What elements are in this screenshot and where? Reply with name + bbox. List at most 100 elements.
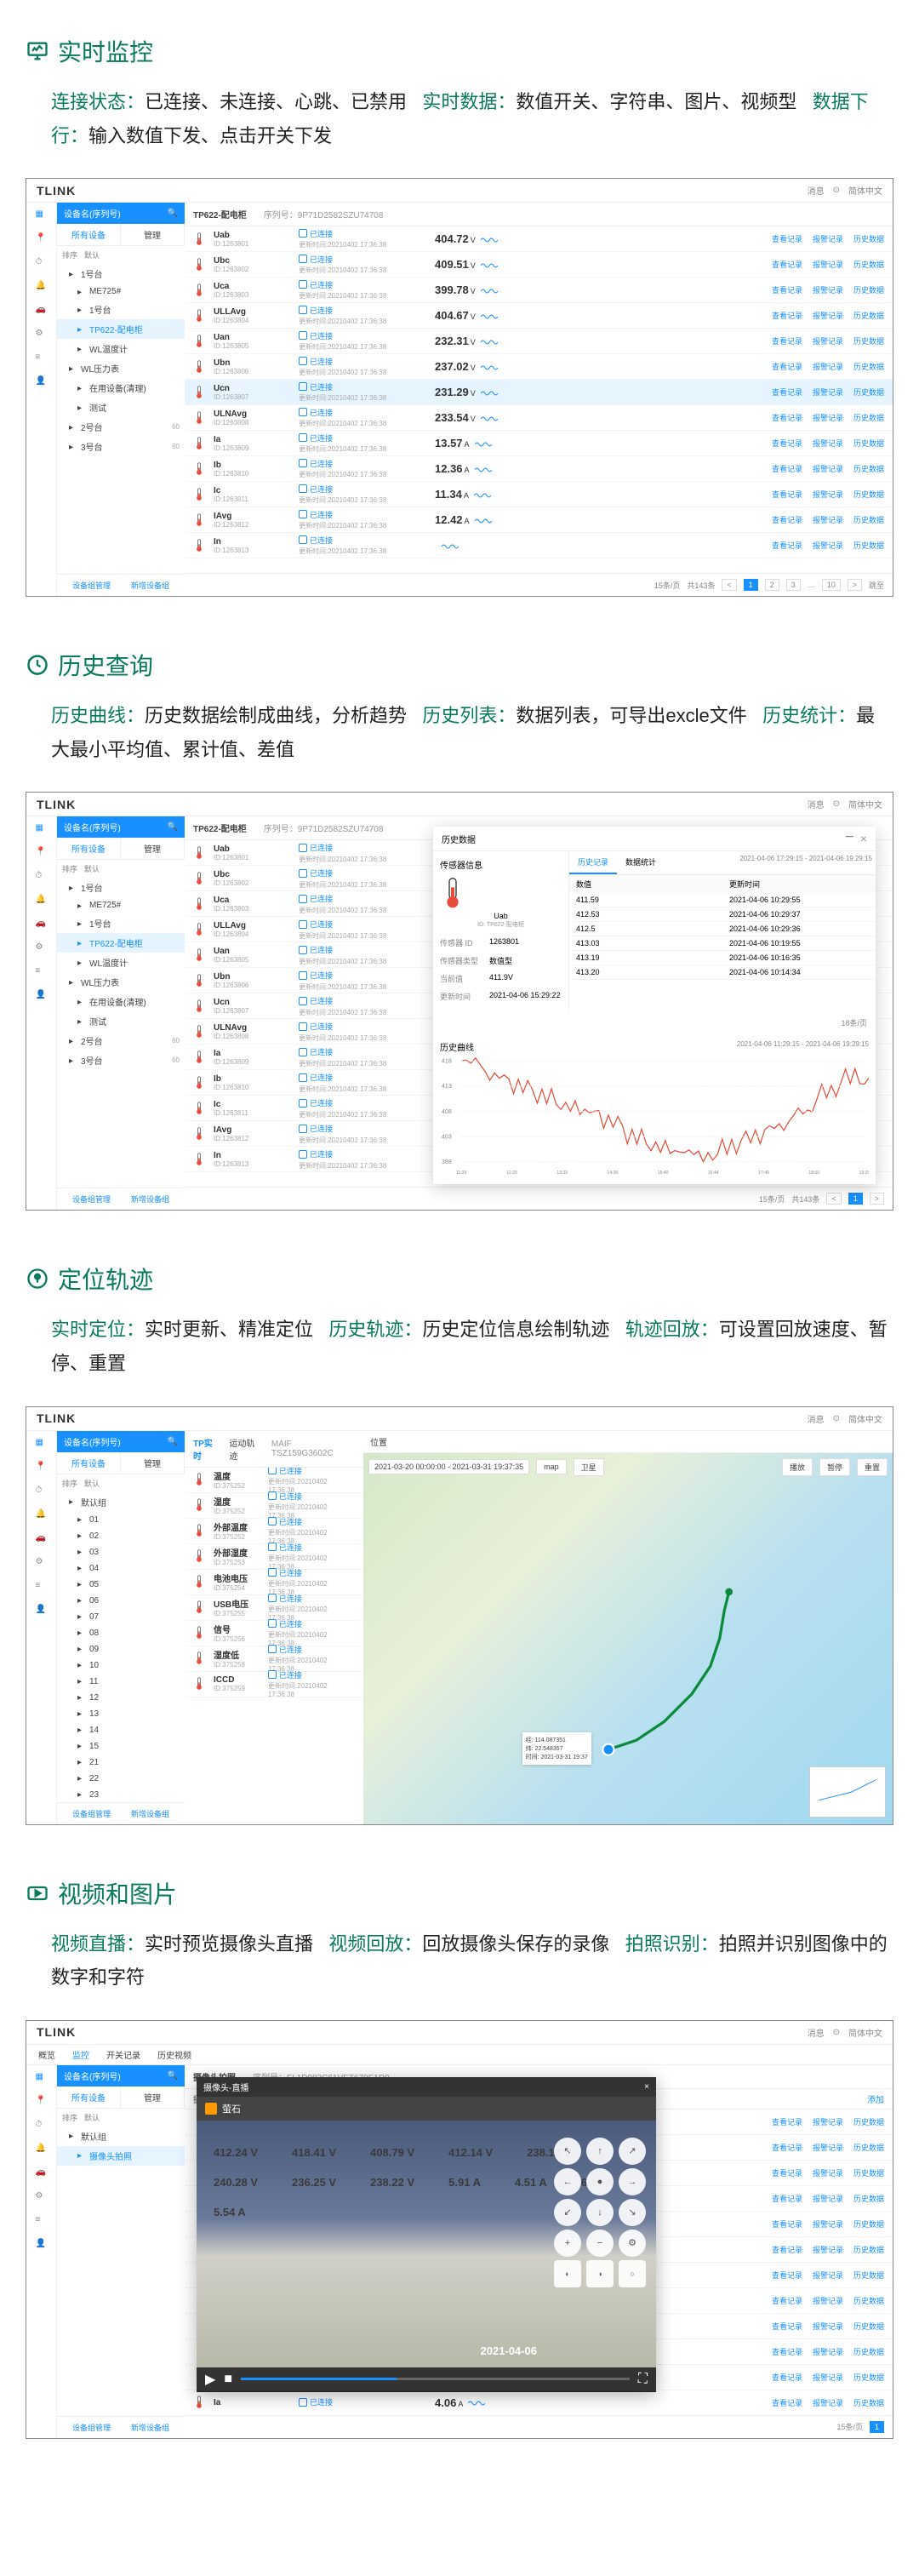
- sidebar-tab-manage[interactable]: 管理: [121, 224, 185, 246]
- tree-item[interactable]: ▸测试: [57, 398, 185, 417]
- sidebar-nav-icon[interactable]: 👤: [36, 2239, 48, 2251]
- sensor-action[interactable]: 历史数据: [853, 259, 884, 270]
- tree-item[interactable]: ▸15: [57, 1738, 185, 1755]
- ptz-button[interactable]: ↓: [586, 2199, 614, 2226]
- ptz-button[interactable]: ↑: [586, 2138, 614, 2165]
- tree-item[interactable]: ▸默认组: [57, 2127, 185, 2146]
- sidebar-nav-icon[interactable]: ⏱: [36, 1485, 48, 1497]
- sidebar-nav-icon[interactable]: 🔔: [36, 1509, 48, 1521]
- header-lang[interactable]: 简体中文: [848, 184, 882, 197]
- sensor-action[interactable]: 历史数据: [853, 438, 884, 449]
- tree-item[interactable]: ▸11: [57, 1674, 185, 1690]
- map-btn-map[interactable]: map: [536, 1459, 567, 1474]
- sensor-action[interactable]: 查看记录: [772, 489, 802, 500]
- sensor-row[interactable]: Ia 已连接 4.06A 查看记录报警记录历史数据: [185, 2390, 893, 2415]
- popup-tab-history[interactable]: 历史记录: [569, 851, 617, 874]
- tree-item[interactable]: ▸02: [57, 1528, 185, 1544]
- sensor-row[interactable]: IbID:1263810 已连接更新时间:20210402 17:36:38 1…: [185, 456, 893, 482]
- sensor-action[interactable]: 历史数据: [853, 335, 884, 346]
- header-notif[interactable]: 消息: [808, 184, 825, 197]
- sensor-action[interactable]: 查看记录: [772, 335, 802, 346]
- sidebar-nav-icon[interactable]: ⏱: [36, 257, 48, 269]
- map-btn-pause[interactable]: 暂停: [819, 1458, 850, 1476]
- sensor-action[interactable]: 报警记录: [813, 514, 843, 525]
- sidebar-nav-icon[interactable]: 👤: [36, 376, 48, 388]
- video-play-button[interactable]: ▶: [205, 2371, 215, 2388]
- sensor-action[interactable]: 报警记录: [813, 463, 843, 474]
- video-stop-button[interactable]: ■: [224, 2372, 232, 2387]
- tree-item[interactable]: ▸1号台: [57, 264, 185, 283]
- tree-item[interactable]: ▸09: [57, 1641, 185, 1657]
- sensor-action[interactable]: 查看记录: [772, 386, 802, 398]
- sensor-row[interactable]: UabID:1263801 已连接更新时间:20210402 17:36:38 …: [185, 226, 893, 252]
- ptz-button[interactable]: +: [554, 2230, 581, 2257]
- sidebar-nav-icon[interactable]: 👤: [36, 1605, 48, 1617]
- sidebar-nav-icon[interactable]: ≡: [36, 1581, 48, 1593]
- sensor-row[interactable]: 温度ID:375252 已连接更新时间:20210402 17:36:38: [185, 1468, 363, 1493]
- sidebar-footer-manage[interactable]: 设备组管理: [72, 580, 111, 591]
- ptz-button[interactable]: ⚙: [619, 2230, 646, 2257]
- tree-item[interactable]: ▸07: [57, 1609, 185, 1625]
- sidebar-nav-icon[interactable]: ▦: [36, 209, 48, 221]
- sensor-action[interactable]: 报警记录: [813, 284, 843, 295]
- ptz-button[interactable]: ↖: [554, 2138, 581, 2165]
- sensor-row[interactable]: UbcID:1263802 已连接更新时间:20210402 17:36:38 …: [185, 252, 893, 278]
- sensor-action[interactable]: 历史数据: [853, 361, 884, 372]
- sidebar-nav-icon[interactable]: ⚙: [36, 2191, 48, 2203]
- tree-item[interactable]: ▸1号台: [57, 878, 185, 897]
- tree-item[interactable]: ▸3号台60: [57, 437, 185, 456]
- tree-item[interactable]: ▸ME725#: [57, 283, 185, 300]
- sensor-row[interactable]: ICCDID:375259 已连接更新时间:20210402 17:36:38: [185, 1672, 363, 1697]
- tree-item[interactable]: ▸测试: [57, 1011, 185, 1031]
- video-close[interactable]: ×: [644, 2082, 649, 2092]
- sidebar-nav-icon[interactable]: 🔔: [36, 2144, 48, 2155]
- sensor-action[interactable]: 报警记录: [813, 489, 843, 500]
- sidebar-nav-icon[interactable]: ⚙: [36, 329, 48, 341]
- ptz-button[interactable]: →: [619, 2168, 646, 2195]
- tree-item[interactable]: ▸03: [57, 1544, 185, 1560]
- sensor-action[interactable]: 历史数据: [853, 540, 884, 551]
- sensor-row[interactable]: IaID:1263809 已连接更新时间:20210402 17:36:38 1…: [185, 431, 893, 456]
- sensor-action[interactable]: 报警记录: [813, 361, 843, 372]
- sidebar-nav-icon[interactable]: 🚗: [36, 919, 48, 930]
- ptz-button[interactable]: ↘: [619, 2199, 646, 2226]
- sensor-action[interactable]: 报警记录: [813, 438, 843, 449]
- tree-item[interactable]: ▸2号台60: [57, 1031, 185, 1050]
- sensor-action[interactable]: 查看记录: [772, 412, 802, 423]
- tree-item[interactable]: ▸WL温度计: [57, 339, 185, 358]
- sensor-row[interactable]: IcID:1263811 已连接更新时间:20210402 17:36:38 1…: [185, 482, 893, 507]
- sensor-action[interactable]: 报警记录: [813, 386, 843, 398]
- sidebar-nav-icon[interactable]: 🔔: [36, 895, 48, 907]
- sensor-row[interactable]: USB电压ID:375255 已连接更新时间:20210402 17:36:38: [185, 1595, 363, 1621]
- tree-item[interactable]: ▸06: [57, 1593, 185, 1609]
- tree-item[interactable]: ▸默认组: [57, 1492, 185, 1512]
- sensor-action[interactable]: 报警记录: [813, 233, 843, 244]
- sensor-row[interactable]: IAvgID:1263812 已连接更新时间:20210402 17:36:38…: [185, 507, 893, 533]
- sensor-row[interactable]: ULNAvgID:1263808 已连接更新时间:20210402 17:36:…: [185, 405, 893, 431]
- tree-item[interactable]: ▸13: [57, 1706, 185, 1722]
- tree-item[interactable]: ▸2号台60: [57, 417, 185, 437]
- sidebar-nav-icon[interactable]: 🚗: [36, 2167, 48, 2179]
- sensor-action[interactable]: 报警记录: [813, 310, 843, 321]
- sensor-action[interactable]: 查看记录: [772, 514, 802, 525]
- header-help[interactable]: ⊙: [833, 186, 840, 195]
- tree-item[interactable]: ▸12: [57, 1690, 185, 1706]
- sensor-row[interactable]: UcnID:1263807 已连接更新时间:20210402 17:36:38 …: [185, 380, 893, 405]
- ptz-button[interactable]: ●: [586, 2168, 614, 2195]
- sidebar-nav-icon[interactable]: 📍: [36, 1462, 48, 1474]
- map-btn-sat[interactable]: 卫星: [574, 1458, 604, 1476]
- sensor-action[interactable]: 查看记录: [772, 463, 802, 474]
- popup-close[interactable]: ×: [860, 832, 867, 845]
- sidebar-nav-icon[interactable]: ≡: [36, 2215, 48, 2227]
- sidebar-nav-icon[interactable]: 🚗: [36, 305, 48, 317]
- video-fullscreen-button[interactable]: ⛶: [638, 2372, 648, 2387]
- ptz-button[interactable]: ↗: [619, 2138, 646, 2165]
- ptz-button[interactable]: −: [586, 2230, 614, 2257]
- sidebar-nav-icon[interactable]: 📍: [36, 2096, 48, 2108]
- ptz-button[interactable]: ←: [554, 2168, 581, 2195]
- map-btn-reset[interactable]: 重置: [857, 1458, 888, 1476]
- sidebar-nav-icon[interactable]: ▦: [36, 2072, 48, 2084]
- tree-item[interactable]: ▸TP622-配电柜: [57, 933, 185, 953]
- sensor-action[interactable]: 查看记录: [772, 233, 802, 244]
- sidebar-nav-icon[interactable]: ▦: [36, 1438, 48, 1450]
